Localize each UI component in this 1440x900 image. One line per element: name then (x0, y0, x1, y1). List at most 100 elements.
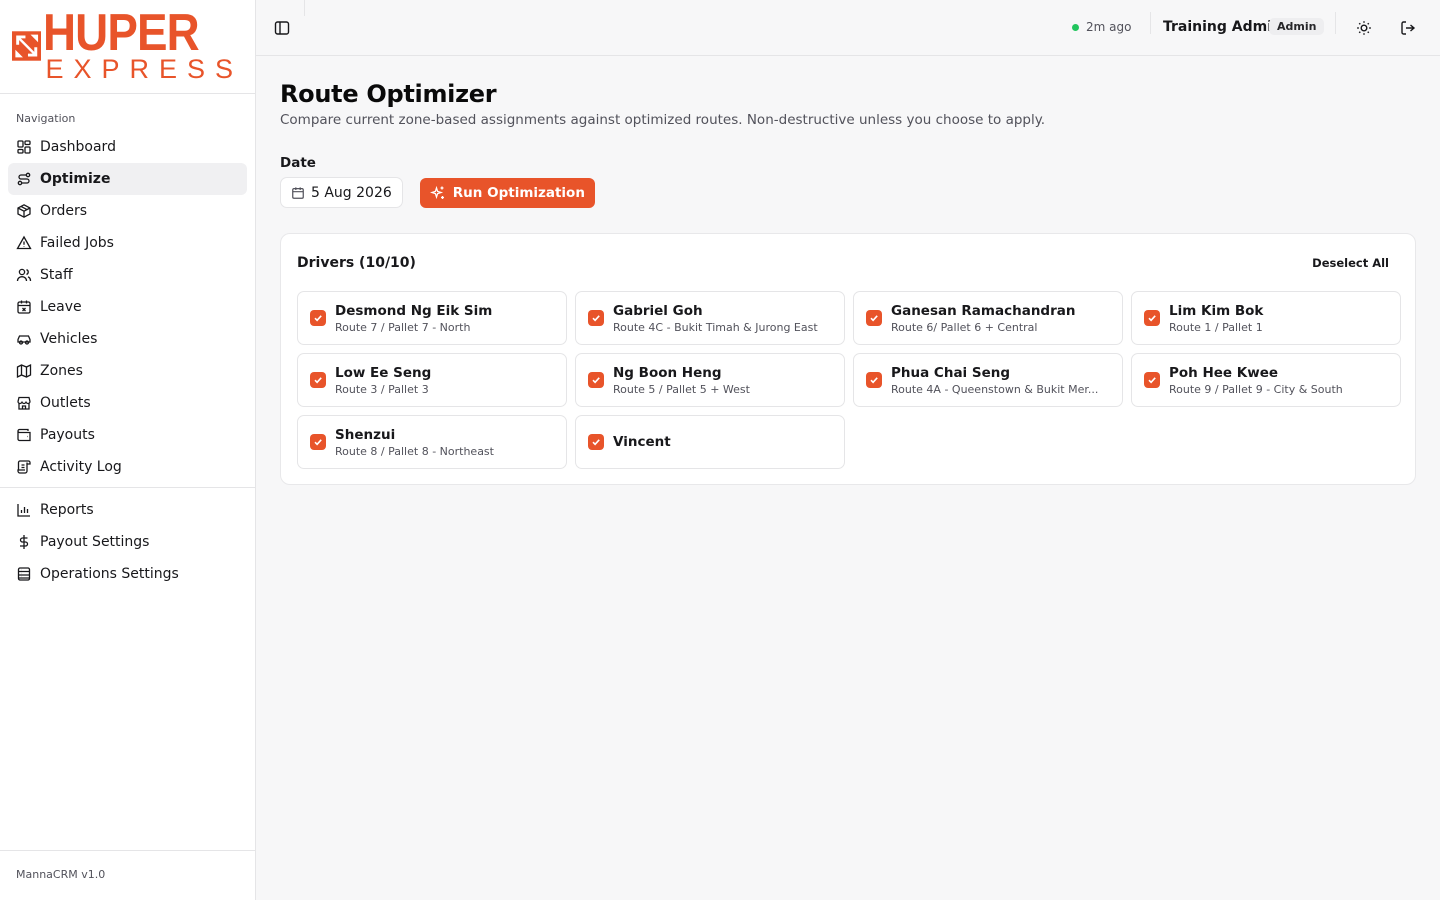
check-icon (592, 377, 600, 384)
logo-area: HUPER EXPRESS (0, 0, 255, 94)
brand-logo[interactable]: HUPER EXPRESS (12, 4, 243, 83)
driver-checkbox[interactable] (310, 310, 326, 326)
driver-checkbox[interactable] (588, 310, 604, 326)
sidebar-item-optimize[interactable]: Optimize (8, 163, 247, 195)
driver-option[interactable]: Ng Boon Heng Route 5 / Pallet 5 + West (575, 353, 845, 407)
date-picker-button[interactable]: 5 Aug 2026 (280, 177, 403, 208)
nav-list: Dashboard Optimize Orders Failed Jobs St… (0, 131, 255, 483)
driver-checkbox[interactable] (866, 310, 882, 326)
sidebar-item-label: Payout Settings (40, 534, 150, 550)
user-name: Training Admin (1163, 19, 1282, 35)
driver-checkbox[interactable] (588, 372, 604, 388)
app-version: MannaCRM v1.0 (0, 850, 255, 900)
driver-option[interactable]: Poh Hee Kwee Route 9 / Pallet 9 - City & … (1131, 353, 1401, 407)
sidebar-item-zones[interactable]: Zones (8, 355, 247, 387)
driver-checkbox[interactable] (1144, 372, 1160, 388)
driver-checkbox[interactable] (310, 434, 326, 450)
driver-checkbox[interactable] (1144, 310, 1160, 326)
drivers-card: Drivers (10/10) Deselect All Desmond Ng … (280, 233, 1416, 485)
sidebar-item-dashboard[interactable]: Dashboard (8, 131, 247, 163)
driver-option[interactable]: Gabriel Goh Route 4C - Bukit Timah & Juro… (575, 291, 845, 345)
sidebar-item-label: Dashboard (40, 139, 116, 155)
check-icon (592, 439, 600, 446)
sidebar-item-reports[interactable]: Reports (8, 494, 247, 526)
run-optimization-label: Run Optimization (452, 184, 585, 201)
date-value: 5 Aug 2026 (311, 184, 392, 201)
driver-route: Route 3 / Pallet 3 (335, 382, 429, 396)
sidebar-item-vehicles[interactable]: Vehicles (8, 323, 247, 355)
driver-checkbox[interactable] (866, 372, 882, 388)
driver-text: Gabriel Goh Route 4C - Bukit Timah & Juro… (613, 303, 818, 334)
driver-name: Desmond Ng Eik Sim (335, 302, 493, 319)
driver-route: Route 4C - Bukit Timah & Jurong East (613, 320, 818, 334)
driver-option[interactable]: Phua Chai Seng Route 4A - Queenstown & Bu… (853, 353, 1123, 407)
driver-route: Route 7 / Pallet 7 - North (335, 320, 471, 334)
sidebar-toggle-button[interactable] (270, 16, 294, 40)
sidebar-item-outlets[interactable]: Outlets (8, 387, 247, 419)
bar-chart-icon (17, 504, 30, 517)
driver-name: Lim Kim Bok (1169, 302, 1264, 319)
sidebar-item-leave[interactable]: Leave (8, 291, 247, 323)
sidebar-item-activity-log[interactable]: Activity Log (8, 451, 247, 483)
driver-text: Poh Hee Kwee Route 9 / Pallet 9 - City & … (1169, 365, 1343, 396)
panel-left-icon (274, 21, 290, 35)
sidebar-item-failed-jobs[interactable]: Failed Jobs (8, 227, 247, 259)
sidebar: HUPER EXPRESS Navigation Dashboard Optim… (0, 0, 256, 900)
check-icon (314, 439, 322, 446)
deselect-all-button[interactable]: Deselect All (1312, 256, 1389, 270)
dollar-icon (19, 535, 29, 549)
wallet-icon (17, 428, 31, 442)
driver-option[interactable]: Ganesan Ramachandran Route 6/ Pallet 6 + … (853, 291, 1123, 345)
driver-name: Low Ee Seng (335, 364, 432, 381)
calendar-icon (292, 186, 304, 199)
logout-button[interactable] (1396, 16, 1420, 40)
driver-route: Route 1 / Pallet 1 (1169, 320, 1263, 334)
logo-text-top: HUPER (43, 4, 200, 62)
check-icon (314, 377, 322, 384)
main-content: Route Optimizer Compare current zone-bas… (280, 80, 1416, 485)
sidebar-item-label: Outlets (40, 395, 91, 411)
sidebar-item-staff[interactable]: Staff (8, 259, 247, 291)
sidebar-item-label: Activity Log (40, 459, 122, 475)
driver-option[interactable]: Shenzui Route 8 / Pallet 8 - Northeast (297, 415, 567, 469)
sidebar-item-label: Vehicles (40, 331, 98, 347)
sun-icon (1357, 21, 1371, 35)
driver-checkbox[interactable] (310, 372, 326, 388)
driver-option[interactable]: Lim Kim Bok Route 1 / Pallet 1 (1131, 291, 1401, 345)
driver-name: Shenzui (335, 426, 396, 443)
sidebar-item-label: Orders (40, 203, 88, 219)
driver-text: Shenzui Route 8 / Pallet 8 - Northeast (335, 427, 494, 458)
drivers-grid: Desmond Ng Eik Sim Route 7 / Pallet 7 - N… (297, 291, 1401, 469)
database-icon (17, 567, 31, 581)
package-icon (17, 204, 31, 218)
check-icon (1148, 377, 1156, 384)
driver-option[interactable]: Desmond Ng Eik Sim Route 7 / Pallet 7 - N… (297, 291, 567, 345)
sidebar-item-operations-settings[interactable]: Operations Settings (8, 558, 247, 590)
sidebar-item-orders[interactable]: Orders (8, 195, 247, 227)
theme-toggle-button[interactable] (1352, 16, 1376, 40)
check-icon (870, 377, 878, 384)
driver-route: Route 4A - Queenstown & Bukit Mer... (891, 382, 1099, 396)
role-badge: Admin (1269, 18, 1325, 35)
driver-text: Ng Boon Heng Route 5 / Pallet 5 + West (613, 365, 750, 396)
driver-checkbox[interactable] (588, 434, 604, 450)
route-icon (17, 172, 31, 186)
drivers-title: Drivers (10/10) (297, 254, 416, 271)
driver-option[interactable]: Vincent (575, 415, 845, 469)
sparkles-icon (429, 185, 444, 199)
run-optimization-button[interactable]: Run Optimization (419, 177, 595, 208)
warning-icon (16, 235, 32, 250)
scroll-icon (17, 460, 31, 474)
driver-text: Vincent (613, 434, 671, 450)
driver-option[interactable]: Low Ee Seng Route 3 / Pallet 3 (297, 353, 567, 407)
driver-text: Ganesan Ramachandran Route 6/ Pallet 6 + … (891, 303, 1075, 334)
sidebar-item-payout-settings[interactable]: Payout Settings (8, 526, 247, 558)
header-divider (304, 0, 305, 16)
sidebar-item-label: Reports (40, 502, 94, 518)
driver-name: Ganesan Ramachandran (891, 302, 1076, 319)
status-dot (1072, 23, 1079, 31)
sidebar-item-payouts[interactable]: Payouts (8, 419, 247, 451)
check-icon (870, 315, 878, 322)
driver-route: Route 6/ Pallet 6 + Central (891, 320, 1038, 334)
sync-status: 2m ago (1072, 20, 1131, 34)
